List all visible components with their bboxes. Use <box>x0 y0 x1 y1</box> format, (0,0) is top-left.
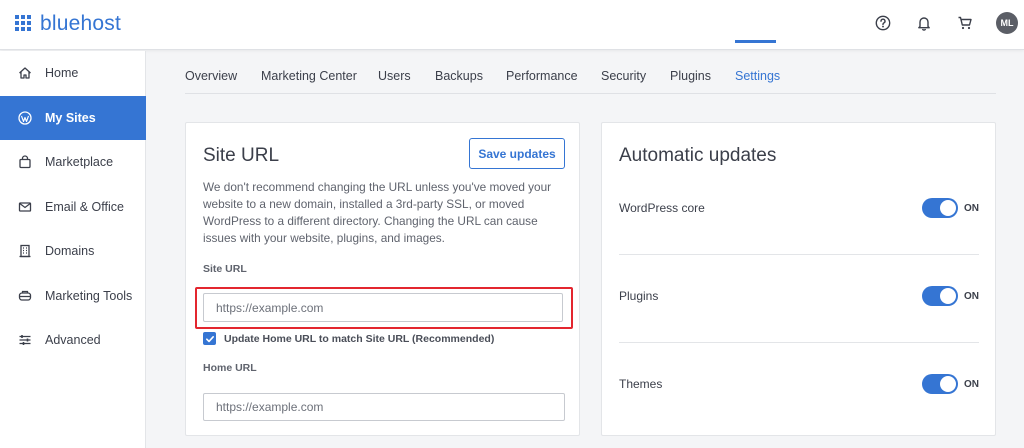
update-home-url-checkbox[interactable] <box>203 332 216 345</box>
checkmark-icon <box>205 335 214 342</box>
wordpress-core-label: WordPress core <box>619 201 705 215</box>
logo-grid-icon <box>15 15 33 33</box>
toggle-switch[interactable] <box>922 286 958 306</box>
mail-icon <box>18 200 32 214</box>
tab-overview[interactable]: Overview <box>185 69 237 83</box>
bluehost-logo[interactable]: bluehost <box>15 12 121 36</box>
automatic-updates-title: Automatic updates <box>619 145 777 166</box>
sidebar-item-label: My Sites <box>45 111 96 125</box>
wordpress-icon <box>18 111 32 125</box>
sidebar-item-label: Domains <box>45 244 95 258</box>
tab-performance[interactable]: Performance <box>506 69 578 83</box>
divider <box>619 254 979 255</box>
header-actions: ML <box>873 12 1018 34</box>
tab-marketing-center[interactable]: Marketing Center <box>261 69 357 83</box>
building-icon <box>18 244 32 258</box>
sidebar-item-domains[interactable]: Domains <box>0 229 146 273</box>
toggle-switch[interactable] <box>922 198 958 218</box>
themes-label: Themes <box>619 377 663 391</box>
update-home-url-label: Update Home URL to match Site URL (Recom… <box>224 332 495 345</box>
sidebar-item-label: Marketing Tools <box>45 289 133 303</box>
sidebar-item-label: Email & Office <box>45 200 124 214</box>
home-icon <box>18 66 32 80</box>
sidebar-item-advanced[interactable]: Advanced <box>0 318 146 362</box>
top-header: bluehost ML <box>0 0 1024 50</box>
sidebar-item-label: Home <box>45 66 79 80</box>
sidebar-item-email-office[interactable]: Email & Office <box>0 185 146 229</box>
plugins-toggle[interactable]: ON <box>922 286 979 306</box>
megaphone-icon <box>18 289 32 303</box>
sidebar-item-home[interactable]: Home <box>0 51 146 95</box>
tab-users[interactable]: Users <box>378 69 411 83</box>
tab-security[interactable]: Security <box>601 69 646 83</box>
divider <box>619 342 979 343</box>
bell-icon[interactable] <box>914 13 934 33</box>
toggle-state: ON <box>964 378 979 390</box>
tab-settings[interactable]: Settings <box>735 69 780 83</box>
tab-backups[interactable]: Backups <box>435 69 483 83</box>
cart-icon[interactable] <box>955 13 975 33</box>
site-url-description: We don't recommend changing the URL unle… <box>203 180 552 245</box>
site-tabs: Overview Marketing Center Users Backups … <box>185 51 996 94</box>
sidebar-item-my-sites[interactable]: My Sites <box>0 96 146 140</box>
update-home-url-checkbox-row[interactable]: Update Home URL to match Site URL (Recom… <box>203 332 494 345</box>
wordpress-core-row: WordPress core ON <box>619 196 979 220</box>
site-url-title: Site URL <box>203 145 280 166</box>
plugins-row: Plugins ON <box>619 284 979 308</box>
sidebar-item-label: Marketplace <box>45 155 114 169</box>
themes-row: Themes ON <box>619 372 979 396</box>
automatic-updates-card: Automatic updates WordPress core ON Plug… <box>601 122 996 436</box>
sidebar-item-marketing-tools[interactable]: Marketing Tools <box>0 274 146 318</box>
sidebar-item-marketplace[interactable]: Marketplace <box>0 140 146 184</box>
toggle-state: ON <box>964 290 979 302</box>
site-url-card: Site URL Save updates We don't recommend… <box>185 122 580 436</box>
sidebar: Home My Sites Marketplace Email & Office… <box>0 51 146 448</box>
wordpress-core-toggle[interactable]: ON <box>922 198 979 218</box>
home-url-label: Home URL <box>203 362 257 374</box>
tab-plugins[interactable]: Plugins <box>670 69 711 83</box>
shopping-bag-icon <box>18 155 32 169</box>
site-url-label: Site URL <box>203 263 247 275</box>
themes-toggle[interactable]: ON <box>922 374 979 394</box>
sliders-icon <box>18 333 32 347</box>
sidebar-item-label: Advanced <box>45 333 101 347</box>
toggle-state: ON <box>964 202 979 214</box>
home-url-input[interactable] <box>203 393 565 421</box>
plugins-label: Plugins <box>619 289 659 303</box>
help-icon[interactable] <box>873 13 893 33</box>
active-tab-indicator <box>735 40 776 43</box>
logo-text: bluehost <box>40 12 121 35</box>
site-url-input[interactable] <box>203 293 563 322</box>
toggle-switch[interactable] <box>922 374 958 394</box>
save-updates-button[interactable]: Save updates <box>469 138 565 169</box>
user-avatar[interactable]: ML <box>996 12 1018 34</box>
